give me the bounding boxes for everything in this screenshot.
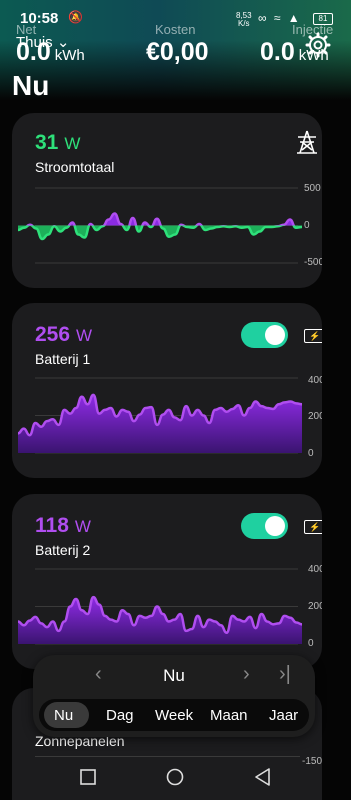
network-speed: 8,53 K/s — [236, 12, 252, 28]
gridline — [35, 756, 300, 757]
period-segmented-control: Nu Dag Week Maan Jaar — [39, 699, 309, 731]
net-number: 0.0 — [16, 38, 51, 66]
skip-to-end-icon[interactable]: ›| — [279, 663, 291, 686]
chart0-tick-bottom: -500 — [304, 257, 322, 268]
period-option-week[interactable]: Week — [155, 707, 193, 724]
toggle-knob — [265, 325, 285, 345]
net-value: 0.0 kWh — [16, 38, 85, 67]
home-icon[interactable] — [166, 768, 184, 786]
chart1-tick-top: 400 — [308, 375, 322, 386]
chart2-tick-top: 400 — [308, 564, 322, 575]
power-pylon-icon — [297, 130, 317, 154]
batterij2-unit: W — [74, 517, 91, 536]
chart2-tick-mid: 200 — [308, 601, 322, 612]
period-option-jaar[interactable]: Jaar — [269, 707, 298, 724]
chart0-tick-top: 500 — [304, 183, 321, 194]
batterij1-number: 256 — [35, 323, 71, 346]
period-selector: ‹ Nu › ›| Nu Dag Week Maan Jaar — [33, 655, 315, 737]
period-title: Nu — [163, 666, 185, 685]
batterij2-toggle[interactable] — [241, 513, 288, 539]
batterij2-chart — [17, 568, 303, 645]
cost-label: Kosten — [155, 22, 196, 37]
chart0-tick-mid: 0 — [304, 220, 310, 231]
recents-icon[interactable] — [80, 769, 96, 785]
stroomtotaal-unit: W — [64, 134, 81, 153]
period-option-dag[interactable]: Dag — [106, 707, 134, 724]
batterij2-value: 118 W — [35, 514, 91, 538]
batterij1-unit: W — [76, 326, 93, 345]
battery-charging-icon: ⚡ — [304, 520, 322, 534]
period-option-nu[interactable]: Nu — [54, 707, 73, 724]
system-nav-bar — [0, 760, 351, 800]
stroomtotaal-chart — [17, 187, 303, 264]
chart1-tick-mid: 200 — [308, 411, 322, 422]
card-stroomtotaal[interactable]: 31 W Stroomtotaal 500 0 -500 — [12, 113, 322, 288]
period-option-maan[interactable]: Maan — [210, 707, 248, 724]
card-batterij-2[interactable]: 118 W Batterij 2 ⚡ 400 200 0 — [12, 494, 322, 669]
batterij2-number: 118 — [35, 514, 69, 537]
network-speed-unit: K/s — [238, 19, 250, 28]
batterij1-value: 256 W — [35, 323, 92, 347]
mute-icon: 🔕 — [68, 10, 83, 24]
chart2-tick-bottom: 0 — [308, 638, 314, 649]
stroomtotaal-number: 31 — [35, 131, 59, 154]
stroomtotaal-value: 31 W — [35, 131, 80, 155]
chart1-tick-bottom: 0 — [308, 448, 314, 459]
battery-charging-icon: ⚡ — [304, 329, 322, 343]
chevron-right-icon[interactable]: › — [243, 663, 250, 686]
back-icon[interactable] — [255, 768, 271, 786]
injection-number: 0.0 — [260, 38, 295, 66]
batterij1-chart — [17, 377, 303, 454]
gear-icon[interactable] — [305, 32, 331, 58]
cost-value: €0,00 — [146, 38, 209, 66]
net-unit: kWh — [54, 47, 85, 64]
toggle-knob — [265, 516, 285, 536]
card-batterij-1[interactable]: 256 W Batterij 1 ⚡ 400 200 0 — [12, 303, 322, 478]
batterij1-toggle[interactable] — [241, 322, 288, 348]
page-title: Nu — [12, 70, 50, 101]
